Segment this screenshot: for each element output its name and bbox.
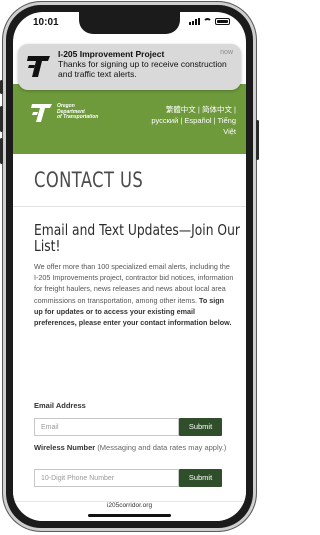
cellular-signal-icon: [189, 18, 200, 25]
phone-label: Wireless Number: [34, 443, 96, 452]
url-bar[interactable]: i205corridor.org: [13, 502, 246, 509]
odot-logo-icon: [27, 56, 50, 77]
phone-input[interactable]: 10-Digit Phone Number: [34, 469, 179, 487]
status-time: 10:01: [33, 17, 59, 28]
description: We offer more than 100 specialized email…: [34, 261, 234, 328]
lang-spanish[interactable]: Español |: [184, 116, 215, 125]
status-icons: [189, 18, 230, 25]
volume-up-button: [0, 106, 3, 132]
odot-logo-icon[interactable]: [31, 102, 53, 124]
main-content: CONTACT US Email and Text Updates—Join O…: [13, 154, 246, 504]
phone-screen: 10:01 I-205 Improvement Project now Than…: [13, 12, 246, 521]
silent-switch: [0, 80, 3, 94]
battery-icon: [215, 18, 230, 25]
language-links: 繁體中文 | 简体中文 | русский | Español | Tiếng …: [126, 104, 236, 137]
lang-vietnamese-1[interactable]: Tiếng: [218, 116, 236, 125]
phone-submit-button[interactable]: Submit: [179, 469, 222, 487]
wifi-icon: [203, 18, 212, 25]
logo-line: of Transportation: [57, 114, 99, 120]
camera-notch: [79, 12, 180, 34]
phone-frame: 10:01 I-205 Improvement Project now Than…: [0, 2, 259, 531]
odot-logo-text[interactable]: Oregon Department of Transportation: [57, 103, 99, 121]
notification-title: I-205 Improvement Project: [58, 49, 165, 59]
email-label: Email Address: [34, 401, 86, 410]
lang-simplified-chinese[interactable]: 简体中文 |: [202, 105, 236, 114]
notification-body: Thanks for signing up to receive constru…: [58, 59, 227, 79]
section-title-line: Email and Text Updates—Join Our: [34, 221, 240, 239]
divider: [13, 206, 246, 207]
section-title-line: List!: [34, 237, 61, 255]
lang-vietnamese-2[interactable]: Việt: [223, 127, 236, 136]
email-submit-button[interactable]: Submit: [179, 418, 222, 436]
section-title: Email and Text Updates—Join Our List!: [34, 221, 240, 255]
home-indicator[interactable]: [88, 514, 171, 517]
lang-russian[interactable]: русский |: [151, 116, 182, 125]
email-input[interactable]: Email: [34, 418, 179, 436]
phone-label-note: (Messaging and data rates may apply.): [97, 443, 227, 452]
notification-time: now: [220, 49, 233, 56]
page-title: CONTACT US: [34, 168, 144, 192]
site-header: Oregon Department of Transportation 繁體中文…: [13, 84, 246, 154]
volume-down-button: [0, 138, 3, 164]
push-notification[interactable]: I-205 Improvement Project now Thanks for…: [18, 44, 241, 90]
lang-traditional-chinese[interactable]: 繁體中文 |: [166, 105, 200, 114]
power-button: [256, 120, 259, 160]
phone-label-block: Wireless Number (Messaging and data rate…: [34, 440, 234, 455]
